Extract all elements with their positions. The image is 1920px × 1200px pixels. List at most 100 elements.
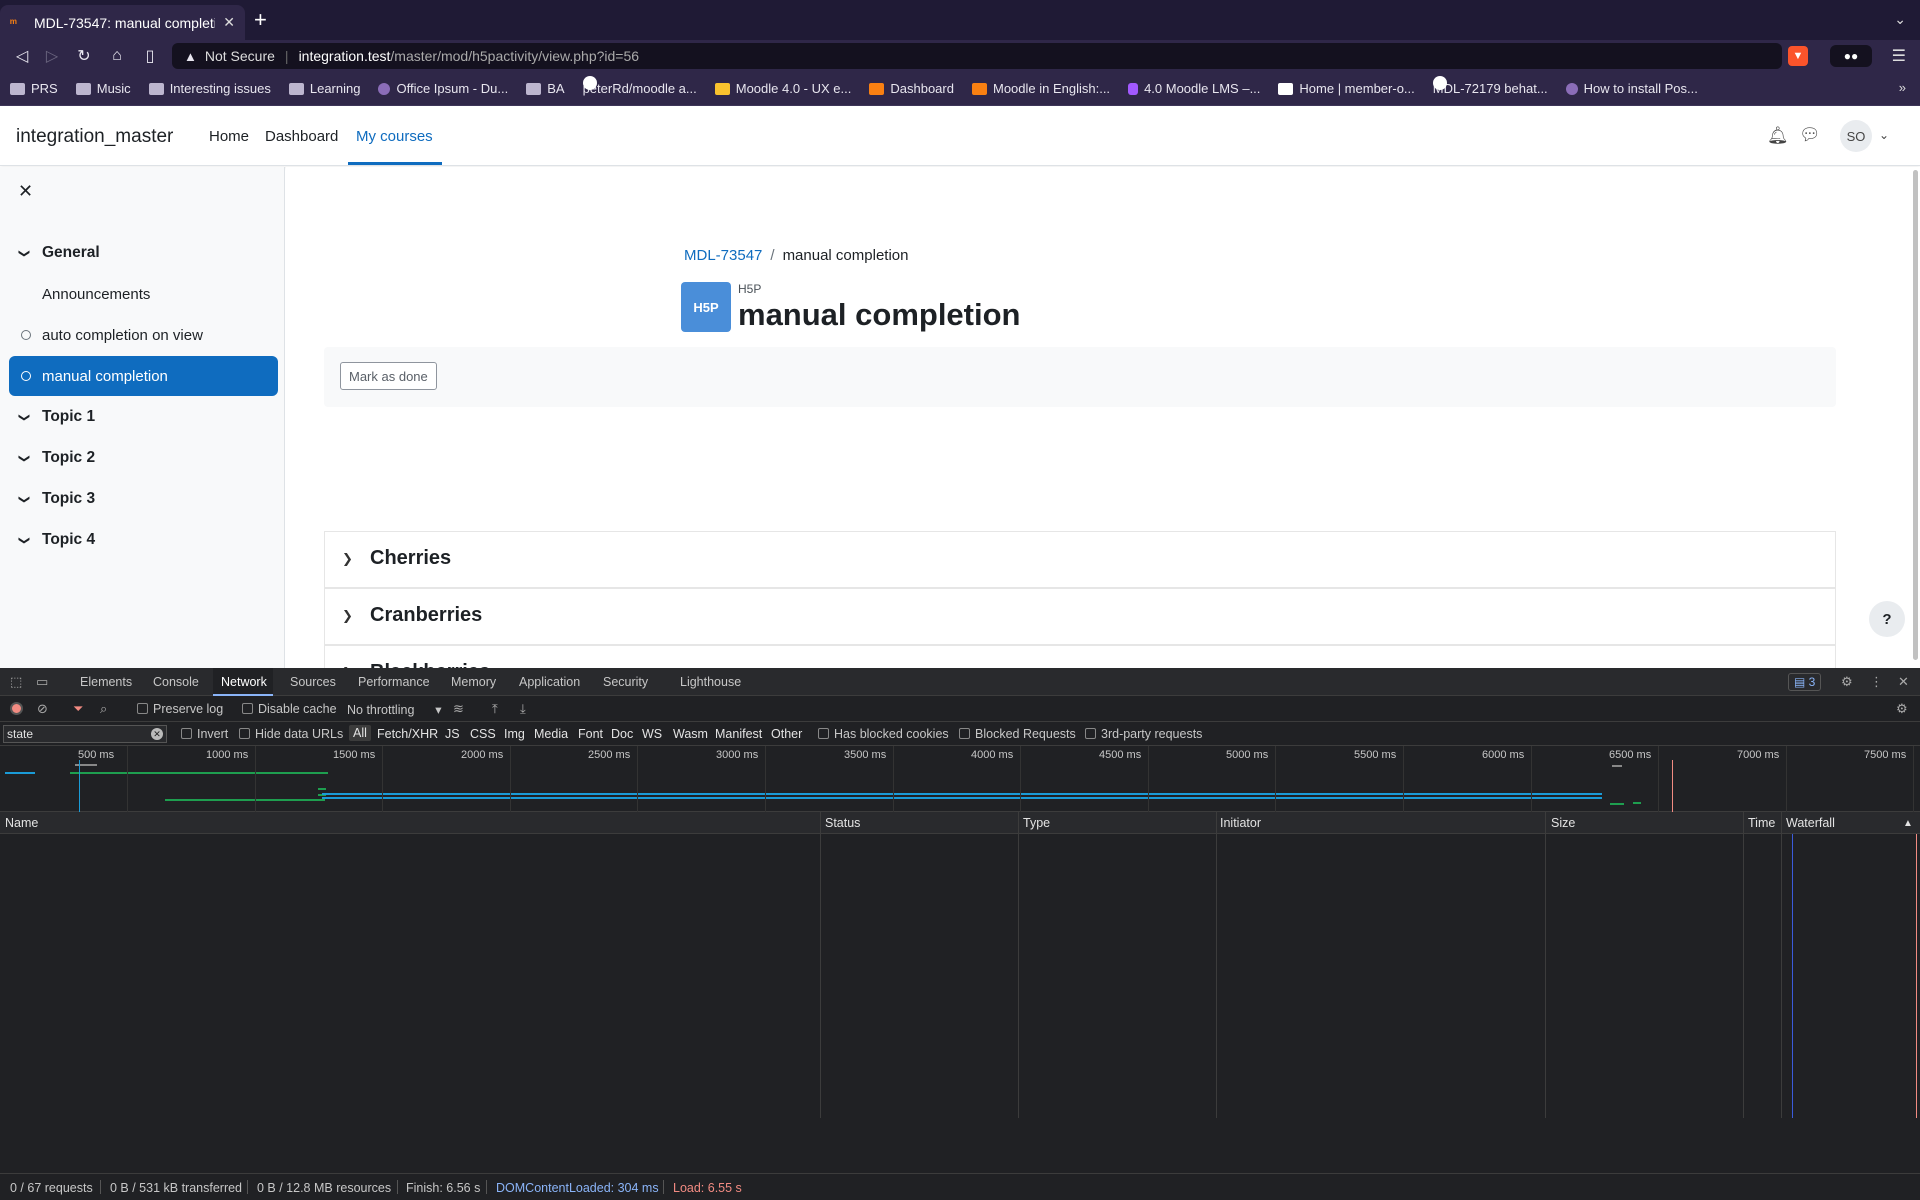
course-index-activity[interactable]: manual completion (9, 356, 278, 396)
close-drawer-icon[interactable]: ✕ (18, 181, 33, 202)
bookmark-item[interactable]: PRS (10, 81, 58, 96)
vpn-glasses-icon[interactable]: ●● (1830, 45, 1872, 67)
tab-lighthouse[interactable]: Lighthouse (680, 675, 741, 689)
nav-home[interactable]: Home (209, 128, 249, 145)
accordion-item[interactable]: ❯Blackberries (324, 645, 1836, 668)
column-size[interactable]: Size (1551, 816, 1575, 830)
bookmark-item[interactable]: Learning (288, 81, 360, 96)
bookmarks-overflow-icon[interactable]: » (1899, 80, 1906, 95)
column-name[interactable]: Name (5, 816, 38, 830)
filter-input[interactable]: state ✕ (3, 725, 167, 743)
clear-icon[interactable]: ⊘ (37, 701, 48, 717)
issues-badge[interactable]: ▤ 3 (1788, 673, 1822, 691)
import-har-icon[interactable]: ⤒ (492, 701, 498, 717)
nav-my-courses[interactable]: My courses (356, 128, 433, 145)
bookmark-item[interactable]: peterRd/moodle a... (582, 76, 697, 96)
course-index-section[interactable]: ❯ Topic 3 (0, 479, 285, 519)
bookmark-item[interactable]: How to install Pos... (1565, 81, 1698, 96)
network-overview-timeline[interactable]: 500 ms 1000 ms 1500 ms 2000 ms 2500 ms 3000 m… (0, 746, 1920, 812)
type-filter-wasm[interactable]: Wasm (673, 727, 708, 741)
accordion-item[interactable]: ❯ Cranberries (324, 588, 1836, 645)
device-toolbar-icon[interactable]: ▭ (36, 674, 48, 690)
tab-application[interactable]: Application (519, 675, 580, 689)
new-tab-icon[interactable]: + (254, 9, 267, 31)
bookmark-item[interactable]: 4.0 Moodle LMS –... (1128, 81, 1260, 96)
reload-icon[interactable]: ↻ (72, 44, 96, 68)
disable-cache-checkbox[interactable]: Disable cache (242, 702, 337, 716)
tab-elements[interactable]: Elements (80, 675, 132, 689)
column-status[interactable]: Status (825, 816, 860, 830)
column-time[interactable]: Time (1748, 816, 1775, 830)
site-name[interactable]: integration_master (16, 126, 173, 148)
chevron-down-icon[interactable]: ❯ (18, 535, 31, 544)
mark-as-done-button[interactable]: Mark as done (340, 362, 437, 390)
type-filter-media[interactable]: Media (534, 727, 568, 741)
accordion-item[interactable]: ❯ Cherries (324, 531, 1836, 588)
tab-sources[interactable]: Sources (290, 675, 336, 689)
chevron-down-icon[interactable]: ⌄ (1879, 128, 1889, 142)
hide-data-urls-checkbox[interactable]: Hide data URLs (239, 727, 343, 741)
record-button[interactable] (10, 702, 23, 715)
more-options-icon[interactable]: ⋮ (1870, 674, 1883, 690)
bookmark-item[interactable]: BA (526, 81, 565, 96)
bookmark-item[interactable]: Interesting issues (148, 81, 271, 96)
help-button[interactable]: ? (1869, 601, 1905, 637)
network-conditions-icon[interactable]: ≋ (453, 701, 464, 717)
course-index-activity[interactable]: Announcements (0, 274, 285, 314)
url-bar[interactable]: ▲ Not Secure | integration.test /master/… (172, 43, 1782, 69)
tab-console[interactable]: Console (153, 675, 199, 689)
third-party-checkbox[interactable]: 3rd-party requests (1085, 727, 1202, 741)
bookmark-icon[interactable]: ▯ (138, 44, 162, 68)
gear-icon[interactable]: ⚙ (1841, 674, 1853, 690)
nav-dashboard[interactable]: Dashboard (265, 128, 338, 145)
search-icon[interactable]: ⌕ (100, 701, 107, 717)
message-icon[interactable]: 💬︎ (1799, 125, 1821, 145)
home-icon[interactable]: ⌂ (105, 44, 129, 68)
chevron-down-icon[interactable]: ❯ (18, 453, 31, 462)
course-index-section[interactable]: ❯ General (0, 233, 285, 273)
type-filter-css[interactable]: CSS (470, 727, 496, 741)
throttling-select[interactable]: No throttling ▾ (347, 702, 442, 717)
avatar[interactable]: SO (1840, 120, 1872, 152)
type-filter-other[interactable]: Other (771, 727, 802, 741)
sort-ascending-icon[interactable]: ▲ (1903, 818, 1913, 829)
tab-security[interactable]: Security (603, 675, 648, 689)
chevron-down-icon[interactable]: ❯ (18, 412, 31, 421)
type-filter-fetch-xhr[interactable]: Fetch/XHR (377, 727, 438, 741)
close-icon[interactable]: ✕ (1898, 674, 1909, 690)
tab-memory[interactable]: Memory (451, 675, 496, 689)
back-icon[interactable]: ◁ (10, 44, 34, 68)
course-index-section[interactable]: ❯ Topic 1 (0, 397, 285, 437)
forward-icon[interactable]: ▷ (40, 44, 64, 68)
column-initiator[interactable]: Initiator (1220, 816, 1261, 830)
bookmark-item[interactable]: Home | member-o... (1278, 81, 1415, 96)
bookmark-item[interactable]: Moodle 4.0 - UX e... (714, 81, 851, 96)
brave-shields-icon[interactable]: ▼ (1788, 46, 1808, 66)
bookmark-item[interactable]: MDL-72179 behat... (1432, 76, 1548, 96)
blocked-requests-checkbox[interactable]: Blocked Requests (959, 727, 1076, 741)
course-index-section[interactable]: ❯ Topic 2 (0, 438, 285, 478)
bookmark-item[interactable]: Music (75, 81, 131, 96)
type-filter-ws[interactable]: WS (642, 727, 662, 741)
column-waterfall[interactable]: Waterfall (1786, 816, 1835, 830)
network-settings-icon[interactable]: ⚙ (1896, 701, 1908, 717)
tab-network[interactable]: Network (221, 675, 267, 689)
type-filter-all[interactable]: All (349, 725, 371, 741)
bookmark-item[interactable]: Dashboard (869, 81, 954, 96)
inspect-element-icon[interactable]: ⬚ (10, 674, 22, 690)
network-request-list[interactable] (0, 834, 1920, 1118)
preserve-log-checkbox[interactable]: Preserve log (137, 702, 223, 716)
type-filter-js[interactable]: JS (445, 727, 460, 741)
breadcrumb-course-link[interactable]: MDL-73547 (684, 247, 762, 264)
has-blocked-cookies-checkbox[interactable]: Has blocked cookies (818, 727, 949, 741)
course-index-section[interactable]: ❯ Topic 4 (0, 520, 285, 560)
page-scrollbar[interactable] (1913, 170, 1918, 660)
bookmark-item[interactable]: Office Ipsum - Du... (378, 81, 508, 96)
bookmark-item[interactable]: Moodle in English:... (971, 81, 1110, 96)
chevron-down-icon[interactable]: ❯ (18, 494, 31, 503)
clear-filter-icon[interactable]: ✕ (151, 728, 163, 740)
column-type[interactable]: Type (1023, 816, 1050, 830)
export-har-icon[interactable]: ⤓ (520, 701, 526, 717)
bell-icon[interactable]: 🔔︎ (1767, 126, 1789, 146)
course-index-activity[interactable]: auto completion on view (0, 315, 285, 355)
